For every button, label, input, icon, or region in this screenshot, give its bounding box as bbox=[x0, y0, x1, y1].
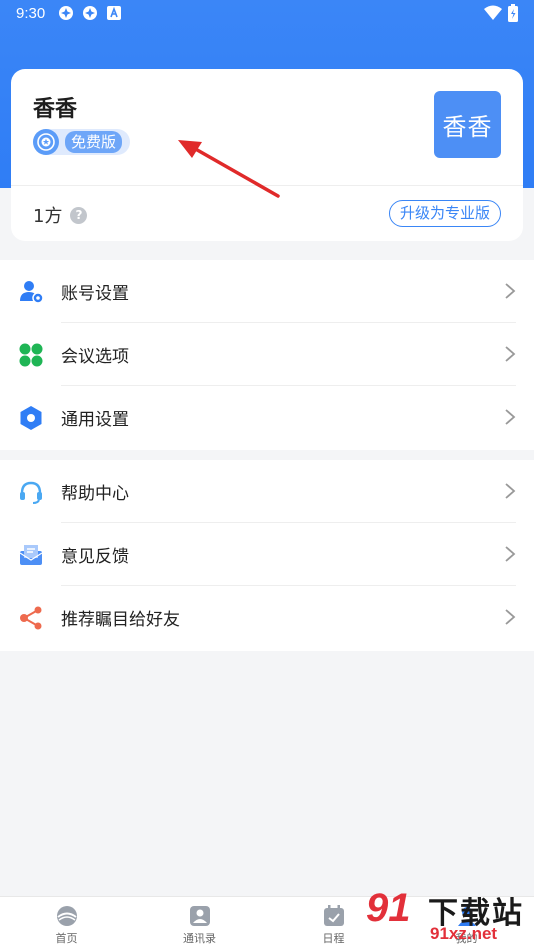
watermark: 91 下载站 91xz.net bbox=[362, 884, 534, 950]
annotation-arrow-icon bbox=[178, 140, 280, 198]
menu-item-general-settings[interactable]: 通用设置 bbox=[0, 386, 534, 449]
menu-item-feedback[interactable]: 意见反馈 bbox=[0, 523, 534, 586]
general-settings-icon bbox=[18, 405, 44, 431]
avatar[interactable]: 香香 bbox=[434, 91, 501, 158]
home-icon bbox=[56, 905, 78, 927]
menu-label: 会议选项 bbox=[61, 347, 129, 367]
battery-icon bbox=[508, 4, 518, 26]
tab-contacts[interactable]: 通讯录 bbox=[133, 897, 266, 950]
menu-label: 账号设置 bbox=[61, 284, 129, 304]
tab-label: 日程 bbox=[322, 932, 345, 945]
help-question-icon[interactable]: ? bbox=[70, 206, 88, 224]
upgrade-button[interactable]: 升级为专业版 bbox=[388, 200, 501, 227]
chevron-right-icon bbox=[505, 609, 516, 625]
status-time: 9:30 bbox=[16, 5, 46, 22]
menu-item-account-settings[interactable]: 账号设置 bbox=[0, 260, 534, 323]
feedback-mail-icon bbox=[18, 542, 44, 568]
meeting-capacity: 1方 ? bbox=[33, 202, 88, 228]
menu-label: 意见反馈 bbox=[61, 547, 129, 567]
contacts-icon bbox=[189, 905, 211, 927]
headset-icon bbox=[18, 479, 44, 505]
chevron-right-icon bbox=[505, 346, 516, 362]
status-notification-icons bbox=[58, 5, 122, 21]
menu-label: 通用设置 bbox=[61, 410, 129, 430]
menu-label: 帮助中心 bbox=[61, 484, 129, 504]
chevron-right-icon bbox=[505, 283, 516, 299]
watermark-url: 91xz.net bbox=[430, 924, 498, 943]
menu-item-help-center[interactable]: 帮助中心 bbox=[0, 460, 534, 523]
chevron-right-icon bbox=[505, 546, 516, 562]
plan-label: 免费版 bbox=[65, 131, 123, 153]
watermark-logo: 91 bbox=[366, 886, 411, 930]
share-icon bbox=[18, 605, 44, 631]
app-notification-icon bbox=[58, 5, 74, 21]
app-notification-icon bbox=[82, 5, 98, 21]
menu-label: 推荐瞩目给好友 bbox=[61, 610, 180, 630]
medal-icon bbox=[33, 129, 59, 155]
a-icon bbox=[106, 5, 122, 21]
menu-item-recommend[interactable]: 推荐瞩目给好友 bbox=[0, 586, 534, 649]
settings-group: 账号设置 会议选项 通用设置 bbox=[0, 260, 534, 450]
tab-label: 首页 bbox=[55, 932, 78, 945]
status-bar: 9:30 bbox=[0, 0, 534, 28]
support-group: 帮助中心 意见反馈 推荐瞩目给好友 bbox=[0, 460, 534, 651]
calendar-icon bbox=[323, 905, 345, 927]
chevron-right-icon bbox=[505, 483, 516, 499]
tab-home[interactable]: 首页 bbox=[0, 897, 133, 950]
account-settings-icon bbox=[18, 279, 44, 305]
plan-badge: 免费版 bbox=[33, 129, 131, 155]
tab-label: 通讯录 bbox=[183, 932, 216, 945]
menu-item-meeting-options[interactable]: 会议选项 bbox=[0, 323, 534, 386]
chevron-right-icon bbox=[505, 409, 516, 425]
capacity-value: 1方 bbox=[33, 206, 63, 227]
meeting-options-icon bbox=[18, 342, 44, 368]
status-system-icons bbox=[484, 4, 518, 26]
user-name: 香香 bbox=[33, 97, 78, 122]
wifi-icon bbox=[484, 5, 502, 25]
